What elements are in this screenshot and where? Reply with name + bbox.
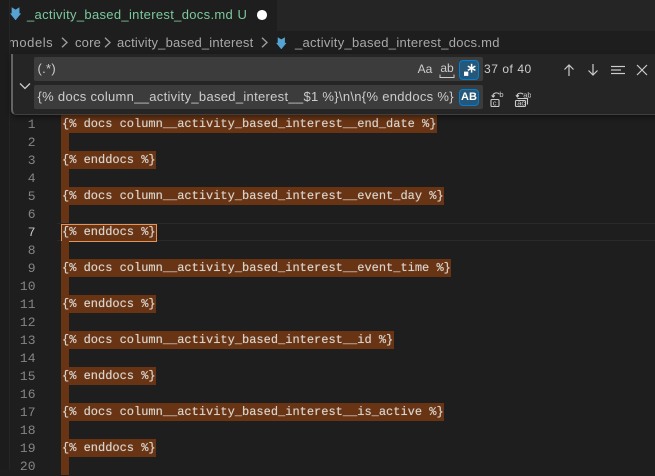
svg-text:ac: ac xyxy=(517,99,525,108)
svg-text:c: c xyxy=(493,98,497,107)
svg-text:b: b xyxy=(499,91,503,99)
